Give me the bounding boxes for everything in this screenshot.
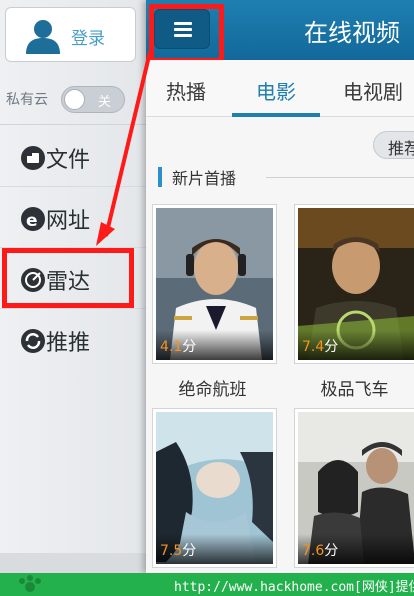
- watermark-text: http://www.hackhome.com[网侠]提供: [174, 580, 414, 595]
- movie-score: 4.1分: [160, 339, 197, 355]
- login-button[interactable]: 登录: [5, 7, 136, 62]
- toggle-knob: [64, 89, 85, 110]
- movie-poster: 4.1分: [156, 208, 273, 360]
- paw-logo-icon: [19, 575, 41, 592]
- push-icon: [21, 329, 45, 353]
- tab-tv-series[interactable]: 电视剧: [343, 76, 403, 105]
- tab-movies[interactable]: 电影: [256, 76, 296, 105]
- sidebar-item-urls[interactable]: e 网址: [0, 188, 146, 248]
- section-title: 新片首播: [172, 169, 237, 188]
- sidebar-item-label: 推推: [46, 331, 91, 356]
- active-tab-indicator: [232, 113, 320, 117]
- sidebar-item-push[interactable]: 推推: [0, 310, 146, 370]
- section-divider: [266, 177, 414, 178]
- svg-text:e: e: [26, 211, 38, 231]
- watermark-bar: http://www.hackhome.com[网侠]提供: [0, 573, 414, 596]
- movie-card[interactable]: 7.5分: [152, 408, 277, 568]
- movie-card[interactable]: 7.6分: [294, 408, 414, 568]
- sidebar-item-label: 网址: [46, 209, 91, 234]
- file-icon: [21, 146, 45, 170]
- login-label: 登录: [71, 29, 105, 49]
- menu-button[interactable]: [149, 4, 224, 63]
- toggle-state-label: 关: [98, 95, 112, 110]
- movie-title[interactable]: 极品飞车: [292, 375, 414, 400]
- recommend-label: 推荐: [388, 139, 414, 158]
- movie-poster: 7.6分: [298, 412, 414, 564]
- sidebar-item-label: 文件: [46, 148, 91, 173]
- movie-poster: 7.5分: [156, 412, 273, 564]
- movie-poster: 7.4分: [298, 208, 414, 360]
- movie-card[interactable]: 7.4分: [294, 204, 414, 364]
- movie-score: 7.4分: [302, 339, 339, 355]
- movie-score: 7.5分: [160, 543, 197, 559]
- ie-browser-icon: e: [21, 207, 45, 231]
- main-panel: 在线视频 热播 电影 电视剧 推荐 新片首播 4: [146, 0, 414, 573]
- sidebar-divider: [0, 124, 146, 125]
- radar-highlight-box: [2, 248, 134, 308]
- sidebar-divider: [0, 186, 146, 187]
- tab-bar: 热播 电影 电视剧: [146, 60, 414, 117]
- section-marker: [158, 167, 162, 187]
- private-cloud-row: 私有云 关: [0, 86, 146, 114]
- private-cloud-toggle[interactable]: 关: [61, 86, 125, 113]
- top-bar: 在线视频: [146, 0, 414, 63]
- movie-title[interactable]: 绝命航班: [150, 375, 275, 400]
- movie-card[interactable]: 4.1分: [152, 204, 277, 364]
- sidebar-item-files[interactable]: 文件: [0, 127, 146, 187]
- movie-score: 7.6分: [302, 543, 339, 559]
- page-title: 在线视频: [304, 19, 400, 47]
- private-cloud-label: 私有云: [6, 92, 48, 108]
- user-avatar-icon: [26, 20, 60, 54]
- sidebar-footer: [0, 553, 146, 573]
- sidebar-divider: [0, 308, 146, 309]
- sidebar: 登录 私有云 关 文件 e 网址 雷达 推推: [0, 0, 146, 596]
- tab-hot[interactable]: 热播: [166, 76, 206, 105]
- menu-highlight-box: [149, 4, 224, 63]
- recommend-button[interactable]: 推荐: [373, 131, 414, 159]
